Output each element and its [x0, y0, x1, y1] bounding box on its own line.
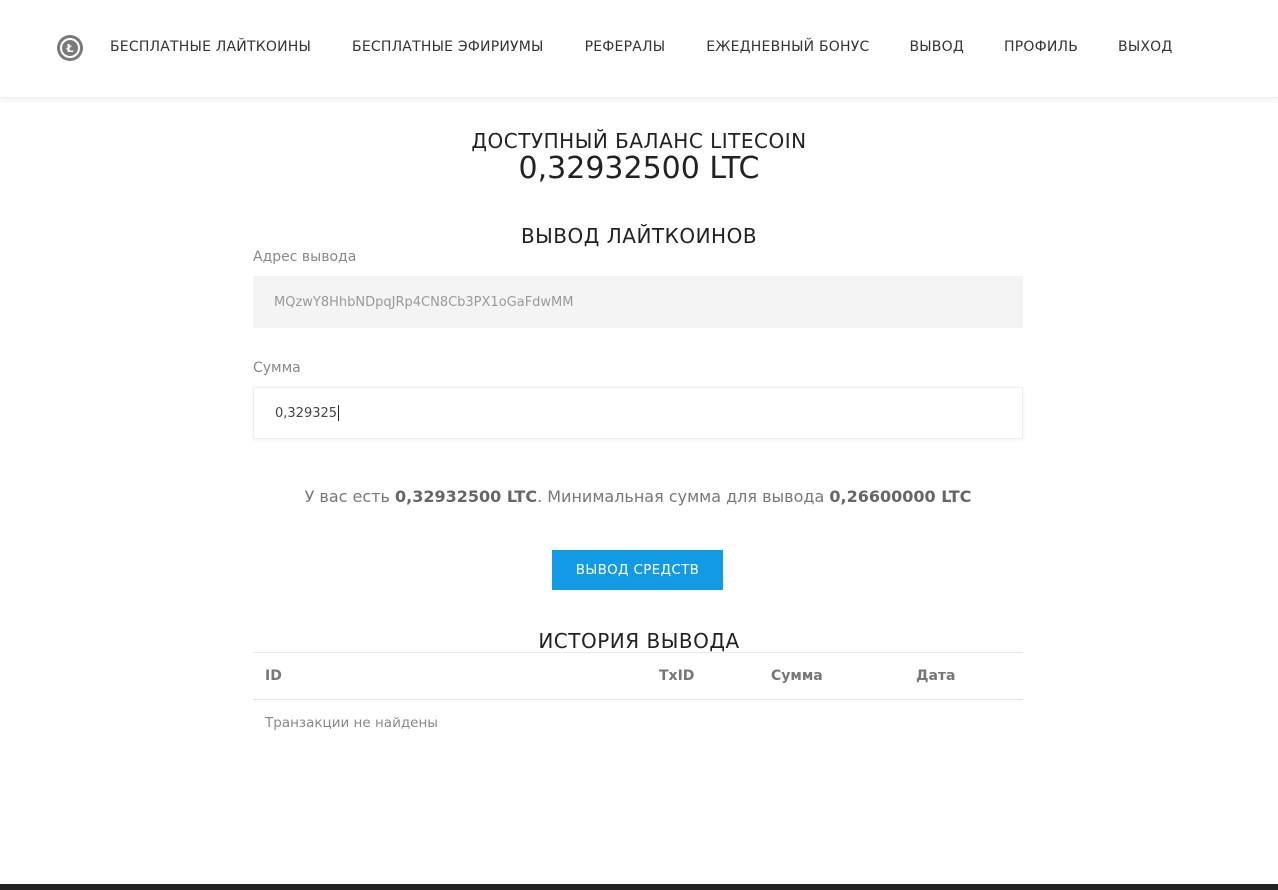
amount-input[interactable]: 0,329325: [253, 387, 1023, 439]
litecoin-logo-icon[interactable]: Ł: [57, 35, 83, 61]
nav-referrals[interactable]: РЕФЕРАЛЫ: [585, 39, 666, 55]
table-header: ID TxID Сумма Дата: [253, 653, 1023, 700]
nav-logout[interactable]: ВЫХОД: [1118, 39, 1173, 55]
nav-withdraw[interactable]: ВЫВОД: [909, 39, 964, 55]
nav-profile[interactable]: ПРОФИЛЬ: [1004, 39, 1078, 55]
logo-letter: Ł: [60, 38, 80, 58]
history-table: ID TxID Сумма Дата Транзакции не найдены: [253, 652, 1023, 746]
balance-value: 0,32932500 LTC: [518, 151, 760, 186]
nav-daily-bonus[interactable]: ЕЖЕДНЕВНЫЙ БОНУС: [706, 39, 869, 55]
history-title: ИСТОРИЯ ВЫВОДА: [538, 629, 740, 653]
column-txid: TxID: [659, 668, 695, 684]
text-caret: [338, 405, 340, 421]
amount-label: Сумма: [253, 360, 301, 376]
table-empty-row: Транзакции не найдены: [253, 700, 1023, 746]
nav-free-ethereums[interactable]: БЕСПЛАТНЫЕ ЭФИРИУМЫ: [352, 39, 544, 55]
main-nav: БЕСПЛАТНЫЕ ЛАЙТКОИНЫ БЕСПЛАТНЫЕ ЭФИРИУМЫ…: [110, 38, 1173, 56]
balance-label: ДОСТУПНЫЙ БАЛАНС LITECOIN: [471, 129, 807, 153]
info-middle: . Минимальная сумма для вывода: [537, 487, 830, 506]
address-label: Адрес вывода: [253, 249, 357, 265]
info-min-amount: 0,26600000 LTC: [829, 487, 972, 506]
info-prefix: У вас есть: [304, 487, 396, 506]
withdraw-submit-button[interactable]: ВЫВОД СРЕДСТВ: [552, 550, 723, 590]
column-amount: Сумма: [771, 668, 823, 684]
info-balance: 0,32932500 LTC: [395, 487, 538, 506]
nav-free-litecoins[interactable]: БЕСПЛАТНЫЕ ЛАЙТКОИНЫ: [110, 39, 311, 55]
empty-message: Транзакции не найдены: [265, 715, 438, 731]
address-value: MQzwY8HhbNDpqJRp4CN8Cb3PX1oGaFdwMM: [274, 294, 574, 310]
address-field[interactable]: MQzwY8HhbNDpqJRp4CN8Cb3PX1oGaFdwMM: [253, 276, 1023, 328]
balance-info-text: У вас есть 0,32932500 LTC. Минимальная с…: [253, 487, 1023, 506]
footer-bar: [0, 884, 1278, 890]
column-date: Дата: [916, 668, 956, 684]
withdraw-page: Ł БЕСПЛАТНЫЕ ЛАЙТКОИНЫ БЕСПЛАТНЫЕ ЭФИРИУ…: [0, 0, 1278, 890]
withdraw-title: ВЫВОД ЛАЙТКОИНОВ: [520, 224, 758, 248]
top-navbar: Ł БЕСПЛАТНЫЕ ЛАЙТКОИНЫ БЕСПЛАТНЫЕ ЭФИРИУ…: [0, 0, 1278, 98]
column-id: ID: [265, 668, 282, 684]
amount-value: 0,329325: [275, 405, 338, 421]
